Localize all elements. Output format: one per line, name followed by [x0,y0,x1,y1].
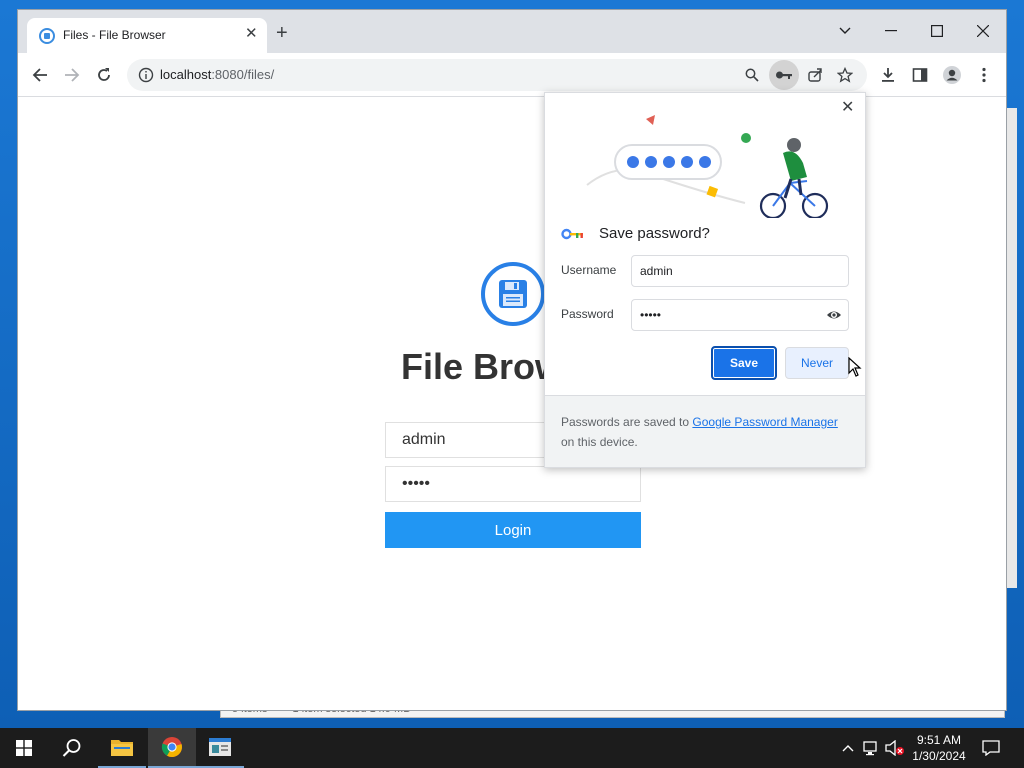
url-path: :8080/files/ [211,67,275,82]
footer-suffix: on this device. [561,435,638,449]
windows-start-icon[interactable] [0,728,48,768]
menu-kebab-icon[interactable] [972,63,996,87]
mouse-pointer-icon [848,357,862,377]
bubble-password-value: ••••• [640,308,662,322]
clock-time: 9:51 AM [916,733,962,747]
back-arrow-icon[interactable] [28,63,52,87]
notification-icon[interactable] [981,738,1001,758]
profile-avatar-icon[interactable] [940,63,964,87]
clock-date: 1/30/2024 [912,749,966,763]
side-panel-icon[interactable] [908,63,932,87]
forward-arrow-icon[interactable] [60,63,84,87]
new-tab-icon[interactable]: + [276,23,288,43]
username-label: Username [561,263,617,277]
network-icon[interactable] [861,738,881,758]
reload-icon[interactable] [92,63,116,87]
file-browser-favicon-icon [39,28,55,44]
password-key-icon[interactable] [769,60,799,90]
share-icon[interactable] [803,63,827,87]
zoom-search-icon[interactable] [740,63,764,87]
password-label: Password [561,307,614,321]
bubble-username-field[interactable]: admin [631,255,849,287]
bubble-header: Save password? [561,225,710,242]
chevron-up-icon[interactable] [838,738,858,758]
file-browser-logo [481,262,545,326]
bubble-username-value: admin [640,264,673,278]
maximize-icon[interactable] [914,16,960,46]
bookmark-star-icon[interactable] [833,63,857,87]
file-explorer-icon[interactable] [98,728,146,768]
footer-prefix: Passwords are saved to [561,415,693,429]
password-manager-key-icon [561,228,583,239]
close-window-icon[interactable] [960,16,1006,46]
save-password-bubble: ✕ Save password? Username admin Password… [544,92,866,468]
site-info-icon[interactable] [138,67,154,86]
save-button[interactable]: Save [711,346,777,380]
password-input[interactable]: ••••• [385,466,641,502]
bubble-footer: Passwords are saved to Google Password M… [545,395,865,467]
floppy-disk-icon [499,280,527,308]
bubble-password-field[interactable]: ••••• [631,299,849,331]
url-host: localhost [160,67,212,82]
show-password-eye-icon[interactable] [826,307,842,323]
system-clock[interactable]: 9:51 AM 1/30/2024 [906,732,972,764]
browser-toolbar: localhost:8080/files/ [18,53,1006,97]
chrome-icon[interactable] [148,728,196,768]
tab-close-icon[interactable]: ✕ [245,26,258,42]
browser-tab[interactable]: Files - File Browser ✕ [27,18,267,53]
password-illustration [586,115,829,218]
bubble-close-icon[interactable]: ✕ [841,99,854,117]
tab-search-icon[interactable] [822,16,868,46]
minimize-icon[interactable] [868,16,914,46]
app-window-icon[interactable] [196,728,244,768]
never-button[interactable]: Never [785,347,849,379]
bubble-title: Save password? [599,225,710,242]
tab-title: Files - File Browser [63,28,166,42]
login-button[interactable]: Login [385,512,641,548]
taskbar: 9:51 AM 1/30/2024 [0,728,1024,768]
download-icon[interactable] [876,63,900,87]
title-bar: Files - File Browser ✕ + [18,10,1006,53]
address-bar[interactable]: localhost:8080/files/ [127,59,867,91]
password-manager-link[interactable]: Google Password Manager [692,415,837,429]
volume-muted-icon[interactable] [885,738,905,758]
url-text: localhost:8080/files/ [160,67,274,82]
search-icon[interactable] [48,728,96,768]
